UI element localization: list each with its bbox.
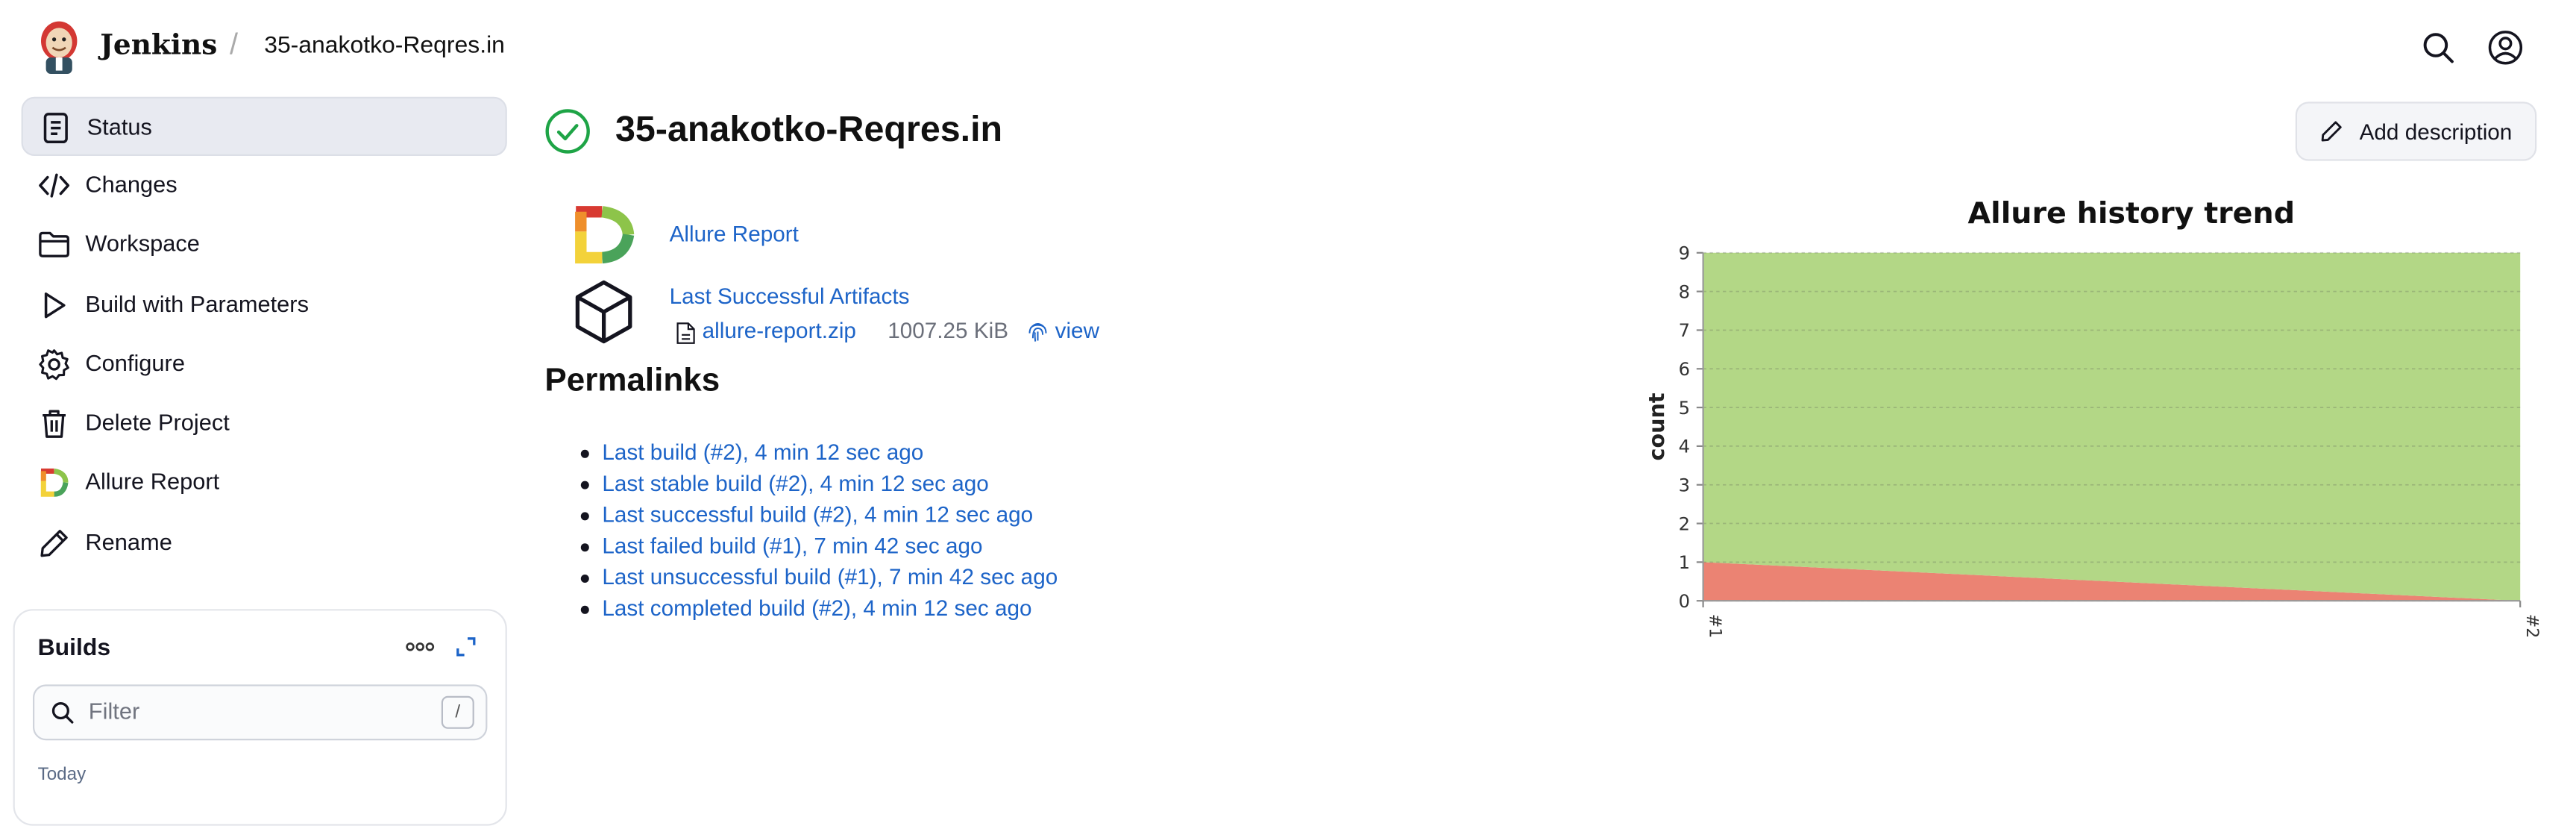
chart-y-tick-label: 7 [1679,320,1690,341]
allure-history-trend-chart[interactable]: 0 1 2 3 4 5 6 7 8 9 #1 #2 Allure history trend count [1641,184,2560,660]
permalink-last-successful-build[interactable]: Last successful build (#2), 4 min 12 sec… [602,502,1033,527]
permalink-item: Last unsuccessful build (#1), 7 min 42 s… [580,565,1058,596]
permalinks-list: Last build (#2), 4 min 12 sec ago Last s… [580,440,1058,628]
chart-y-tick-label: 1 [1679,552,1690,573]
page-title: 35-anakotko-Reqres.in [615,108,1003,150]
permalink-last-stable-build[interactable]: Last stable build (#2), 4 min 12 sec ago [602,471,988,495]
sidebar-item-label: Allure Report [85,468,220,495]
user-account-icon[interactable] [2487,30,2523,66]
add-description-label: Add description [2359,119,2513,145]
permalink-last-build[interactable]: Last build (#2), 4 min 12 sec ago [602,440,923,465]
pencil-icon [2321,121,2342,142]
chart-y-axis-label: count [1644,392,1669,460]
fingerprint-icon[interactable] [1027,320,1049,343]
chart-x-tick-label: #2 [2522,614,2541,638]
folder-icon [39,231,69,257]
chart-y-tick-label: 6 [1679,359,1690,380]
status-document-icon [43,113,68,144]
builds-filter-input[interactable] [85,695,421,726]
chart-y-tick-label: 2 [1679,513,1690,534]
permalink-item: Last failed build (#1), 7 min 42 sec ago [580,534,1058,565]
builds-filter[interactable]: / [33,684,488,741]
chart-area-series-1 [1703,252,2521,601]
sidebar-item-delete-project[interactable]: Delete Project [22,394,504,450]
last-successful-artifacts-link[interactable]: Last Successful Artifacts [670,284,910,309]
expand-icon[interactable] [454,635,477,658]
permalink-last-failed-build[interactable]: Last failed build (#1), 7 min 42 sec ago [602,534,982,558]
success-check-icon [545,109,590,154]
chart-y-tick-label: 4 [1679,437,1690,457]
permalinks-heading: Permalinks [544,363,720,399]
permalink-item: Last successful build (#2), 4 min 12 sec… [580,502,1058,534]
sidebar-item-changes[interactable]: Changes [22,156,504,212]
trash-icon [43,410,66,438]
chart-y-tick-label: 5 [1679,398,1690,419]
permalink-last-unsuccessful-build[interactable]: Last unsuccessful build (#1), 7 min 42 s… [602,565,1058,589]
sidebar-item-label: Delete Project [85,408,230,435]
sidebar-item-allure-report[interactable]: Allure Report [22,453,504,509]
chart-title: Allure history trend [1968,196,2296,231]
permalink-item: Last build (#2), 4 min 12 sec ago [580,440,1058,472]
breadcrumb-project[interactable]: 35-anakotko-Reqres.in [264,33,505,59]
sidebar-item-label: Build with Parameters [85,290,309,317]
sidebar-item-build-with-parameters[interactable]: Build with Parameters [22,276,504,332]
sidebar-item-rename[interactable]: Rename [22,514,504,570]
permalink-item: Last stable build (#2), 4 min 12 sec ago [580,471,1058,502]
code-icon [39,173,70,198]
builds-group-label: Today [37,765,87,785]
sidebar-item-label: Configure [85,349,185,376]
play-icon [44,292,66,319]
top-header: Jenkins / 35-anakotko-Reqres.in [0,0,2576,96]
file-icon [676,322,695,344]
sidebar-item-label: Status [87,113,152,140]
brand-name[interactable]: Jenkins [100,30,217,63]
artifact-file-size: 1007.25 KiB [888,318,1009,343]
allure-logo-icon [40,468,69,497]
artifact-file-link[interactable]: allure-report.zip [703,319,856,343]
breadcrumb-separator: / [230,28,239,61]
sidebar-item-status[interactable]: Status [21,96,507,156]
builds-title: Builds [37,635,111,662]
sidebar-item-label: Rename [85,528,172,555]
sidebar-item-workspace[interactable]: Workspace [22,215,504,271]
permalink-last-completed-build[interactable]: Last completed build (#2), 4 min 12 sec … [602,596,1031,621]
allure-report-logo-icon[interactable] [569,204,638,266]
chart-y-tick-label: 3 [1679,475,1690,496]
chart-y-tick-label: 9 [1679,243,1690,264]
permalink-item: Last completed build (#2), 4 min 12 sec … [580,596,1058,628]
add-description-button[interactable]: Add description [2295,101,2537,161]
sidebar-item-configure[interactable]: Configure [22,335,504,391]
chart-x-tick-label: #1 [1705,614,1724,638]
search-icon [51,702,74,724]
filter-shortcut-key: / [441,695,474,729]
gear-icon [39,349,69,381]
pencil-icon [40,530,68,557]
builds-panel: Builds / Today [13,609,507,826]
chart-y-tick-label: 8 [1679,281,1690,302]
package-box-icon [575,280,632,344]
search-icon[interactable] [2422,31,2454,64]
sidebar-item-label: Changes [85,170,178,197]
artifact-view-link[interactable]: view [1055,319,1099,343]
jenkins-logo-icon[interactable] [36,19,82,75]
chart-y-tick-label: 0 [1679,591,1690,612]
sidebar-item-label: Workspace [85,230,200,257]
allure-report-link[interactable]: Allure Report [670,222,799,246]
more-options-icon[interactable] [405,637,435,657]
